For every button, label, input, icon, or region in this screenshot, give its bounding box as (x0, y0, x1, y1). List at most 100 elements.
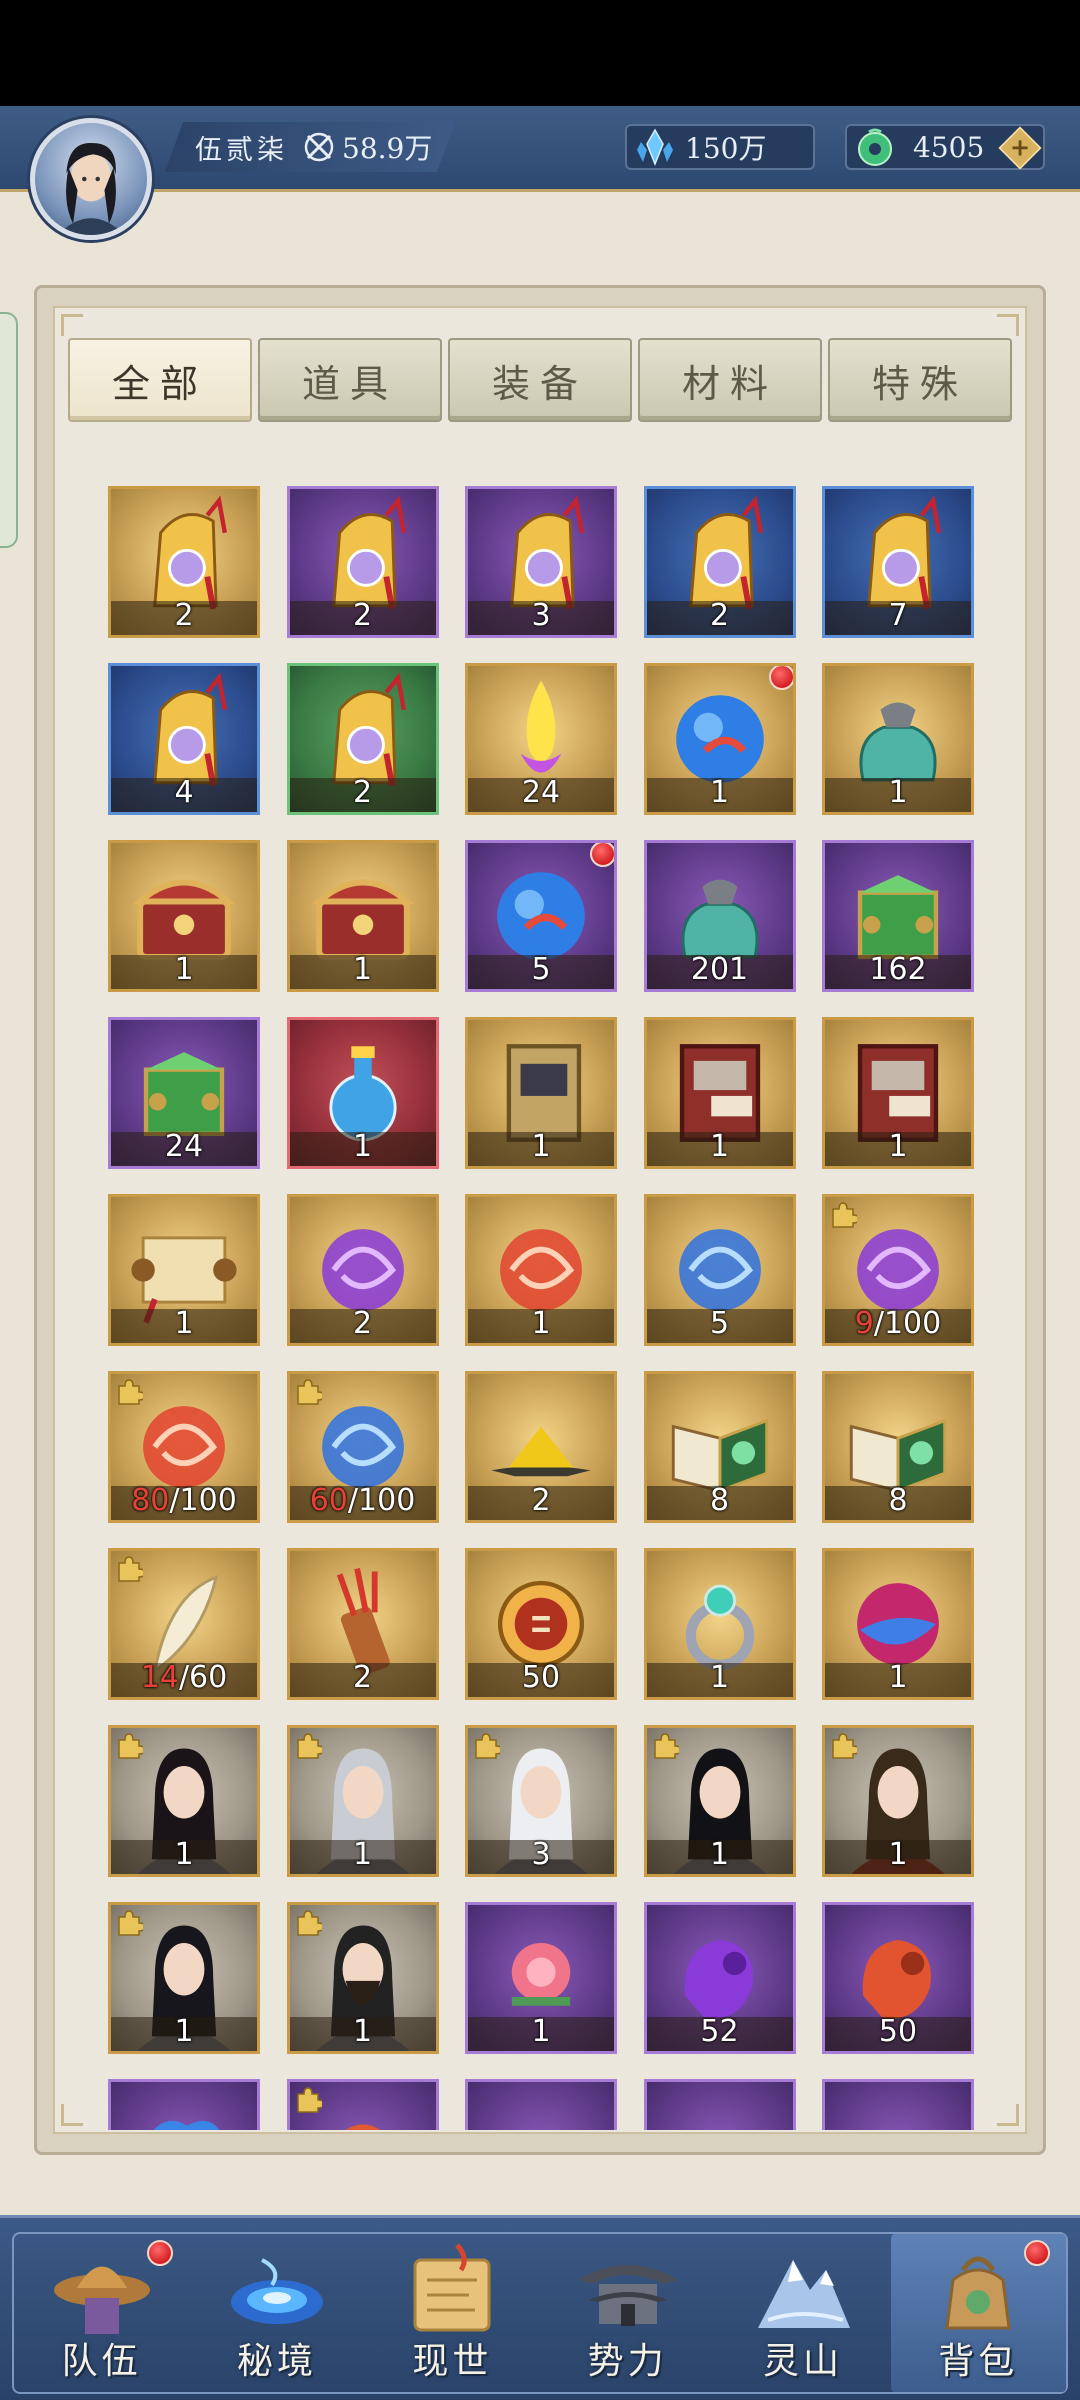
jade-currency[interactable]: 4505 + (845, 124, 1045, 170)
item-count: 1 (709, 1660, 730, 1695)
inventory-slot[interactable]: 7 (822, 486, 974, 638)
item-count: 1 (531, 2014, 551, 2049)
fragment-puzzle-icon (118, 1556, 143, 1582)
inventory-slot[interactable]: 8 (822, 1371, 974, 1523)
item-count: 1 (174, 952, 194, 987)
inventory-slot[interactable]: 80/100 (108, 1371, 260, 1523)
nav-team-red-dot (147, 2240, 174, 2266)
inventory-slot[interactable]: 1 (822, 1017, 974, 1169)
inventory-slot[interactable]: 2 (643, 486, 796, 638)
inventory-slot[interactable]: 1 (286, 840, 439, 992)
item-count: 24 (521, 775, 561, 810)
inventory-slot[interactable]: 1 (465, 1194, 617, 1346)
inventory-slot[interactable]: 1 (286, 1725, 439, 1877)
fragment-required: /60 (178, 1660, 228, 1695)
fragment-puzzle-icon (118, 1733, 143, 1759)
item-count: 1 (709, 1129, 730, 1164)
nav-team[interactable]: 队伍 (14, 2234, 189, 2392)
inventory-slot[interactable]: 3 (465, 486, 617, 638)
fragment-owned: 80 (131, 1483, 170, 1518)
nav-secret-realm[interactable]: 秘境 (189, 2234, 364, 2392)
fragment-puzzle-icon (832, 1202, 857, 1228)
inventory-slot[interactable]: 201 (643, 840, 796, 992)
item-count: 60/100 (290, 1483, 436, 1518)
inventory-slot[interactable]: 14/60 (108, 1548, 260, 1700)
inventory-slot[interactable]: 2 (465, 1371, 617, 1523)
inventory-slot[interactable]: 1 (822, 1725, 974, 1877)
nav-spirit-mountain[interactable]: 灵山 (715, 2234, 890, 2392)
inventory-slot[interactable]: 5 (643, 1194, 796, 1346)
crystal-amount: 150万 (685, 132, 767, 165)
tab-equipment[interactable]: 装备 (448, 338, 632, 422)
inventory-slot[interactable]: 24 (465, 663, 617, 815)
player-avatar[interactable] (30, 118, 152, 240)
inventory-slot[interactable]: 50 (822, 1902, 974, 2054)
inventory-slot[interactable]: 5 (465, 840, 617, 992)
crystal-currency[interactable]: 150万 (625, 124, 815, 170)
inventory-slot[interactable]: 8 (643, 1371, 796, 1523)
inventory-slot[interactable]: 1 (643, 663, 796, 815)
item-count: 80/100 (111, 1483, 257, 1518)
item-count: 201 (690, 952, 749, 987)
inventory-slot[interactable]: 1 (108, 1902, 260, 2054)
inventory-slot[interactable]: 60/100 (286, 1371, 439, 1523)
inventory-slot[interactable]: 4 (108, 663, 260, 815)
fragment-puzzle-icon (296, 1733, 322, 1759)
inventory-slot[interactable] (286, 2079, 439, 2130)
side-drawer-tab[interactable] (0, 312, 18, 548)
inventory-slot[interactable]: 2 (108, 486, 260, 638)
pavilion-icon (577, 2265, 678, 2326)
inventory-slot[interactable]: 9/100 (822, 1194, 974, 1346)
inventory-slot[interactable]: 1 (108, 1194, 260, 1346)
tab-materials[interactable]: 材料 (638, 338, 822, 422)
inventory-slot[interactable]: 24 (108, 1017, 260, 1169)
item-count: 2 (352, 1660, 373, 1695)
inventory-slot[interactable]: 162 (822, 840, 974, 992)
nav-backpack[interactable]: 背包 (890, 2234, 1066, 2392)
tab-special[interactable]: 特殊 (828, 338, 1012, 422)
add-jade-button[interactable]: + (998, 126, 1042, 170)
item-grid: 2 2 3 2 7 4 2 24 1 1 1 1 5 201 162 24 1 1 1 1 1 2 1 5 9/100 80/10… (108, 486, 974, 2130)
tab-label: 特殊 (871, 361, 968, 406)
fragment-puzzle-icon (296, 1910, 322, 1936)
fragment-required: /100 (347, 1483, 416, 1518)
inventory-slot[interactable]: 3 (465, 1725, 617, 1877)
bottom-nav: 队伍 秘境 现世 势力 灵山 背包 (0, 2215, 1080, 2400)
inventory-slot[interactable]: 2 (286, 1194, 439, 1346)
inventory-slot[interactable]: 1 (286, 1017, 439, 1169)
nav-label: 秘境 (236, 2341, 317, 2382)
inventory-slot[interactable]: 1 (465, 1017, 617, 1169)
inventory-slot[interactable]: 50 (465, 1548, 617, 1700)
item-count: 1 (888, 775, 908, 810)
item-count: 3 (531, 598, 551, 633)
inventory-slot[interactable]: 1 (286, 1902, 439, 2054)
inventory-slot[interactable]: 1 (643, 1725, 796, 1877)
inventory-slot[interactable]: 1 (465, 1902, 617, 2054)
inventory-slot[interactable]: 1 (822, 1548, 974, 1700)
inventory-slot[interactable]: 2 (286, 663, 439, 815)
inventory-slot[interactable]: 1 (108, 1725, 260, 1877)
panel-corner-ornament (61, 2104, 83, 2126)
inventory-slot[interactable]: 1 (108, 840, 260, 992)
item-grid-viewport[interactable]: 2 2 3 2 7 4 2 24 1 1 1 1 5 201 162 24 1 1 1 1 1 2 1 5 9/100 80/10… (100, 478, 980, 2130)
nav-world[interactable]: 现世 (365, 2234, 540, 2392)
inventory-slot[interactable]: 1 (822, 663, 974, 815)
category-tabs: 全部 道具 装备 材料 特殊 (68, 338, 1012, 424)
inventory-slot[interactable]: 2 (286, 1548, 439, 1700)
inventory-slot[interactable]: 1 (643, 1548, 796, 1700)
item-count: 50 (521, 1660, 561, 1695)
inventory-slot[interactable] (465, 2079, 617, 2130)
item-count: 2 (352, 1306, 373, 1341)
inventory-slot[interactable]: 1 (643, 1017, 796, 1169)
fragment-required: /100 (873, 1306, 942, 1341)
inventory-slot[interactable]: 52 (643, 1902, 796, 2054)
inventory-slot[interactable] (108, 2079, 260, 2130)
nav-faction[interactable]: 势力 (540, 2234, 715, 2392)
unknown-icon (647, 2082, 793, 2130)
mountain-icon (757, 2260, 850, 2328)
tab-all[interactable]: 全部 (68, 338, 252, 422)
inventory-slot[interactable]: 2 (286, 486, 439, 638)
tab-props[interactable]: 道具 (258, 338, 442, 422)
inventory-slot[interactable] (822, 2079, 974, 2130)
inventory-slot[interactable] (643, 2079, 796, 2130)
